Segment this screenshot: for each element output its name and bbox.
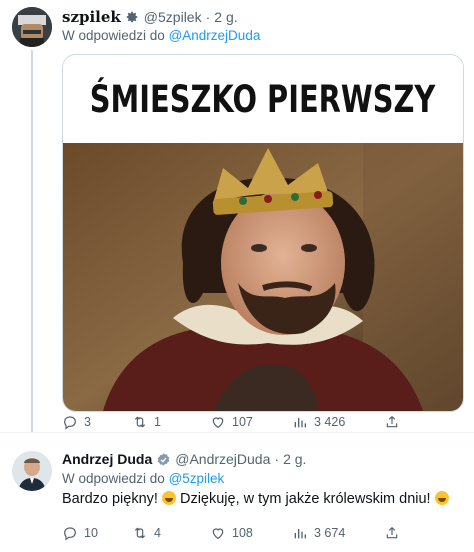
meme-banner: ŚMIESZKO PIERWSZY [63,55,463,143]
tweet-header: Andrzej Duda @AndrzejDuda · 2 g. [62,451,306,467]
like-count: 108 [232,526,253,540]
reply-context: W odpowiedzi do @AndrzejDuda [62,28,260,43]
share-button[interactable] [384,525,400,541]
dot-separator: · [205,9,211,25]
meme-photo [63,143,463,411]
author-name[interactable]: szpilek [62,8,121,26]
verified-badge-icon [156,452,171,467]
views-count: 3 426 [314,415,346,429]
retweet-icon [134,527,146,539]
author-name[interactable]: Andrzej Duda [62,451,152,467]
views-button[interactable]: 3 674 [292,525,382,541]
tweet-szpilek[interactable]: szpilek @5zpilek · 2 g. W odpowiedzi do … [0,0,474,432]
reply-button[interactable]: 3 [62,414,132,430]
reply-prefix: W odpowiedzi do [62,471,165,486]
reply-button[interactable]: 10 [62,525,132,541]
tweet-text-part2: Dziękuję, w tym jakże królewskim dniu! [179,491,431,507]
reply-count: 3 [84,415,91,429]
author-handle[interactable]: @5zpilek [144,9,202,25]
author-handle[interactable]: @AndrzejDuda [175,451,270,467]
retweet-button[interactable]: 4 [132,525,210,541]
tweet-andrzej-duda[interactable]: Andrzej Duda @AndrzejDuda · 2 g. W odpow… [0,432,474,552]
tweet-actions: 10 4 108 3 674 [62,525,462,541]
reply-handle-link[interactable]: @AndrzejDuda [169,28,261,43]
share-icon [386,415,398,428]
meme-title: ŚMIESZKO PIERWSZY [90,77,436,121]
tweet-text: Bardzo piękny! Dziękuję, w tym jakże kró… [62,491,449,507]
reply-handle-link[interactable]: @5zpilek [169,471,225,486]
views-count: 3 674 [314,526,346,540]
views-icon [294,529,306,539]
reply-prefix: W odpowiedzi do [62,28,165,43]
like-button[interactable]: 108 [210,525,292,541]
reply-count: 10 [84,526,98,540]
tweet-time[interactable]: 2 g. [283,451,306,467]
reply-icon [64,416,76,430]
laughing-emoji-icon [434,491,449,505]
dot-separator: · [274,451,280,467]
retweet-icon [134,416,146,428]
views-button[interactable]: 3 426 [292,414,382,430]
reply-context: W odpowiedzi do @5zpilek [62,471,224,486]
avatar[interactable] [12,7,52,47]
reply-icon [64,527,76,541]
like-icon [212,528,224,540]
share-icon [386,526,398,539]
thread-line [31,50,33,432]
views-icon [294,418,306,428]
retweet-button[interactable]: 1 [132,414,210,430]
tweet-text-part1: Bardzo piękny! [62,491,158,507]
like-icon [212,417,224,429]
gear-icon [125,10,140,25]
like-button[interactable]: 107 [210,414,292,430]
retweet-count: 4 [154,526,161,540]
like-count: 107 [232,415,253,429]
share-button[interactable] [384,414,400,430]
tweet-header: szpilek @5zpilek · 2 g. [62,8,238,26]
tweet-image[interactable]: ŚMIESZKO PIERWSZY [62,54,464,412]
grinning-emoji-icon [161,491,176,505]
tweet-actions: 3 1 107 3 426 [62,414,462,430]
retweet-count: 1 [154,415,161,429]
avatar[interactable] [12,451,52,491]
tweet-time[interactable]: 2 g. [214,9,237,25]
